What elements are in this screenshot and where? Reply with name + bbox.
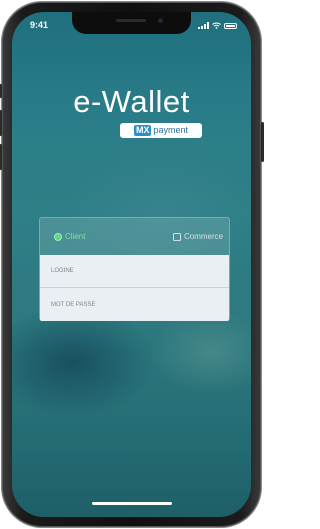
account-type-client-label: Client	[65, 232, 86, 241]
home-indicator[interactable]	[92, 502, 172, 505]
volume-up-button	[0, 110, 2, 136]
login-form: Client Commerce LOGINE MOT DE PASSE	[39, 217, 230, 321]
account-type-selector: Client Commerce	[40, 218, 229, 254]
app-title: e-Wallet	[73, 84, 190, 119]
notch	[72, 12, 191, 34]
camera	[158, 18, 163, 23]
status-icons	[198, 21, 237, 29]
silent-switch	[0, 84, 2, 98]
status-time: 9:41	[30, 20, 49, 30]
app-screen: 9:41 e-Wallet MX payment Client Commerce…	[12, 12, 251, 517]
volume-down-button	[0, 144, 2, 170]
battery-icon	[224, 23, 237, 29]
speaker	[116, 19, 146, 22]
brand-text: payment	[153, 125, 189, 135]
power-button	[261, 122, 264, 162]
radio-unchecked-icon	[173, 232, 181, 241]
wifi-icon	[212, 22, 221, 29]
login-placeholder: LOGINE	[51, 268, 74, 274]
brand-logo: MX payment	[120, 123, 202, 138]
login-input[interactable]: LOGINE	[40, 255, 229, 288]
account-type-commerce-label: Commerce	[184, 232, 224, 241]
radio-checked-icon	[54, 232, 62, 241]
account-type-commerce[interactable]: Commerce	[173, 232, 223, 241]
signal-icon	[198, 22, 209, 29]
brand-mx: MX	[133, 125, 152, 136]
account-type-client[interactable]: Client	[54, 232, 85, 241]
password-input[interactable]: MOT DE PASSE	[40, 288, 229, 321]
password-placeholder: MOT DE PASSE	[51, 301, 96, 308]
phone-frame: 9:41 e-Wallet MX payment Client Commerce…	[0, 2, 264, 527]
